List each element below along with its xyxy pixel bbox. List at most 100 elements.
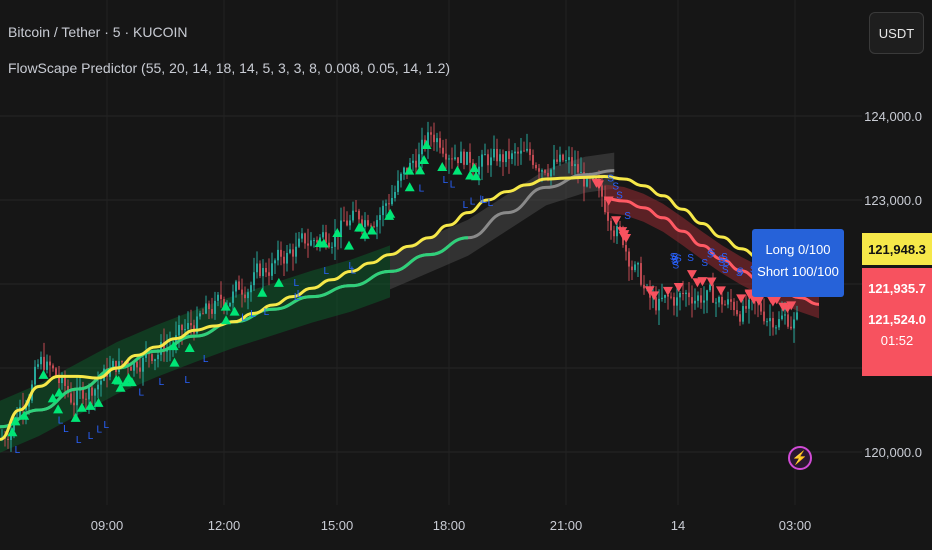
candle-body xyxy=(295,246,297,257)
candle-body xyxy=(700,295,702,303)
long-label: L xyxy=(294,278,300,289)
candle-body xyxy=(217,294,219,301)
candle-body xyxy=(301,233,303,239)
long-label: L xyxy=(479,194,485,205)
short-label: S xyxy=(624,211,631,222)
candle-body xyxy=(313,240,315,242)
candle-body xyxy=(793,319,795,329)
candle-body xyxy=(784,314,786,316)
candle-body xyxy=(661,297,663,299)
candle-body xyxy=(520,150,522,154)
candle-body xyxy=(643,284,645,289)
short-signal-triangle xyxy=(715,286,726,296)
candle-body xyxy=(670,296,672,298)
long-label: L xyxy=(443,175,449,186)
short-signal-triangle xyxy=(706,277,717,287)
candle-body xyxy=(625,245,627,252)
lightning-icon[interactable]: ⚡ xyxy=(788,446,812,470)
candle-body xyxy=(469,151,471,163)
candle-body xyxy=(397,180,399,192)
candle-body xyxy=(403,167,405,174)
candle-body xyxy=(742,306,744,322)
candle-body xyxy=(73,402,75,406)
candle-body xyxy=(235,281,237,292)
candle-body xyxy=(628,251,630,267)
candle-body xyxy=(211,309,213,314)
candle-body xyxy=(139,367,141,372)
candle-body xyxy=(430,132,432,135)
candle-body xyxy=(736,310,738,315)
candle-body xyxy=(208,303,210,310)
candle-body xyxy=(250,285,252,293)
short-label: S xyxy=(723,258,730,269)
candle-body xyxy=(277,249,279,261)
candle-body xyxy=(571,157,573,167)
candle-body xyxy=(142,357,144,372)
candle-body xyxy=(46,361,48,370)
long-label: L xyxy=(159,377,165,388)
candle-body xyxy=(34,366,36,385)
candle-body xyxy=(256,263,258,273)
long-label: L xyxy=(88,431,94,442)
long-signal-triangle xyxy=(452,165,463,175)
candle-body xyxy=(763,311,765,322)
long-label: L xyxy=(450,179,456,190)
candle-body xyxy=(388,203,390,205)
candle-body xyxy=(352,210,354,221)
long-label: L xyxy=(139,388,145,399)
long-label: L xyxy=(463,200,469,211)
currency-button[interactable]: USDT xyxy=(869,12,924,54)
candle-body xyxy=(760,303,762,312)
candle-body xyxy=(298,238,300,247)
long-signal-triangle xyxy=(469,163,480,173)
candle-body xyxy=(511,153,513,159)
candle-body xyxy=(658,298,660,311)
candle-body xyxy=(685,292,687,295)
symbol-title[interactable]: Bitcoin / Tether · 5 · KUCOIN xyxy=(8,24,187,40)
candle-body xyxy=(733,301,735,311)
candle-body xyxy=(214,300,216,314)
x-tick-label: 09:00 xyxy=(91,518,124,533)
candle-body xyxy=(730,299,732,302)
candle-body xyxy=(286,252,288,264)
short-signal-triangle xyxy=(686,270,697,280)
candle-body xyxy=(394,191,396,199)
candle-body xyxy=(355,210,357,212)
y-tick-label: 124,000.0 xyxy=(864,109,922,124)
candle-body xyxy=(640,263,642,285)
candle-body xyxy=(154,359,156,362)
candle-body xyxy=(682,292,684,295)
candle-body xyxy=(439,138,441,148)
indicator-title[interactable]: FlowScape Predictor (55, 20, 14, 18, 14,… xyxy=(8,60,450,76)
candle-body xyxy=(328,242,330,248)
candle-body xyxy=(310,240,312,246)
long-signal-triangle xyxy=(385,208,396,218)
long-label: L xyxy=(488,198,494,209)
short-count: Short 100/100 xyxy=(757,264,839,279)
short-label: S xyxy=(737,267,744,278)
candle-body xyxy=(607,212,609,221)
long-label: L xyxy=(104,420,110,431)
candle-body xyxy=(547,172,549,177)
candle-body xyxy=(253,272,255,286)
candle-body xyxy=(271,263,273,276)
long-signal-triangle xyxy=(366,225,377,235)
long-label: L xyxy=(264,307,270,318)
candle-body xyxy=(205,303,207,314)
candle-body xyxy=(577,164,579,173)
candle-body xyxy=(463,151,465,165)
candle-body xyxy=(709,284,711,291)
candle-body xyxy=(412,160,414,163)
candle-body xyxy=(88,387,90,400)
x-tick-label: 21:00 xyxy=(550,518,583,533)
short-label: S xyxy=(672,252,679,263)
x-tick-label: 15:00 xyxy=(321,518,354,533)
candle-body xyxy=(526,148,528,151)
candle-body xyxy=(283,256,285,264)
candle-body xyxy=(496,148,498,162)
signal-tooltip: Long 0/100 Short 100/100 xyxy=(752,229,844,297)
candle-body xyxy=(157,354,159,360)
long-label: L xyxy=(241,313,247,324)
candle-body xyxy=(724,304,726,306)
candle-body xyxy=(766,321,768,323)
